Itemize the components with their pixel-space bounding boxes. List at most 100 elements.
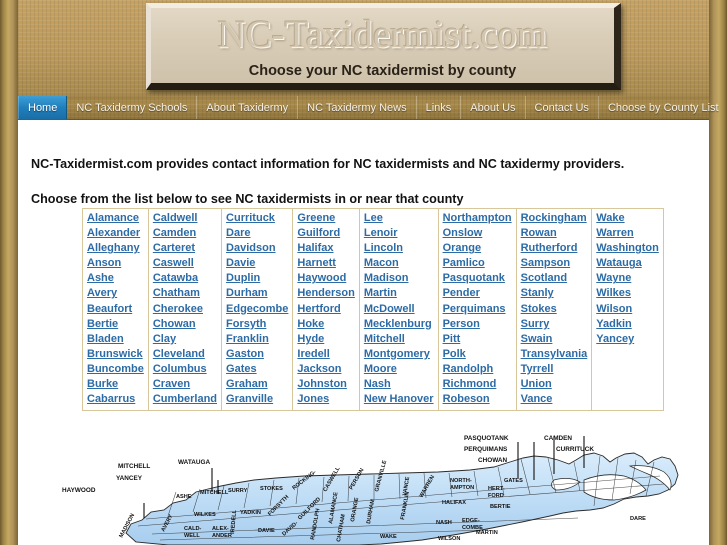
county-link-gaston[interactable]: Gaston: [226, 347, 288, 362]
county-link-davidson[interactable]: Davidson: [226, 241, 288, 256]
county-link-onslow[interactable]: Onslow: [443, 226, 512, 241]
county-link-johnston[interactable]: Johnston: [297, 377, 354, 392]
county-link-avery[interactable]: Avery: [87, 286, 144, 301]
county-link-columbus[interactable]: Columbus: [153, 362, 217, 377]
county-link-lincoln[interactable]: Lincoln: [364, 241, 434, 256]
county-link-pender[interactable]: Pender: [443, 286, 512, 301]
county-link-richmond[interactable]: Richmond: [443, 377, 512, 392]
county-link-wilson[interactable]: Wilson: [596, 302, 659, 317]
county-link-jones[interactable]: Jones: [297, 392, 354, 407]
county-link-caldwell[interactable]: Caldwell: [153, 211, 217, 226]
nav-item-links[interactable]: Links: [417, 96, 462, 119]
county-link-haywood[interactable]: Haywood: [297, 271, 354, 286]
county-link-rockingham[interactable]: Rockingham: [521, 211, 588, 226]
nav-item-nc-taxidermy-schools[interactable]: NC Taxidermy Schools: [67, 96, 198, 119]
county-link-union[interactable]: Union: [521, 377, 588, 392]
county-link-chatham[interactable]: Chatham: [153, 286, 217, 301]
county-link-henderson[interactable]: Henderson: [297, 286, 354, 301]
county-link-transylvania[interactable]: Transylvania: [521, 347, 588, 362]
county-link-hyde[interactable]: Hyde: [297, 332, 354, 347]
county-link-polk[interactable]: Polk: [443, 347, 512, 362]
county-link-lee[interactable]: Lee: [364, 211, 434, 226]
county-link-bertie[interactable]: Bertie: [87, 317, 144, 332]
county-link-granville[interactable]: Granville: [226, 392, 288, 407]
county-link-beaufort[interactable]: Beaufort: [87, 302, 144, 317]
county-link-forsyth[interactable]: Forsyth: [226, 317, 288, 332]
county-link-vance[interactable]: Vance: [521, 392, 588, 407]
county-link-jackson[interactable]: Jackson: [297, 362, 354, 377]
county-link-orange[interactable]: Orange: [443, 241, 512, 256]
county-link-yancey[interactable]: Yancey: [596, 332, 659, 347]
county-link-wake[interactable]: Wake: [596, 211, 659, 226]
county-link-watauga[interactable]: Watauga: [596, 256, 659, 271]
county-link-duplin[interactable]: Duplin: [226, 271, 288, 286]
county-link-warren[interactable]: Warren: [596, 226, 659, 241]
county-link-lenoir[interactable]: Lenoir: [364, 226, 434, 241]
county-link-durham[interactable]: Durham: [226, 286, 288, 301]
county-link-rutherford[interactable]: Rutherford: [521, 241, 588, 256]
nav-item-about-us[interactable]: About Us: [461, 96, 526, 119]
county-link-swain[interactable]: Swain: [521, 332, 588, 347]
county-link-moore[interactable]: Moore: [364, 362, 434, 377]
county-link-wayne[interactable]: Wayne: [596, 271, 659, 286]
county-link-stokes[interactable]: Stokes: [521, 302, 588, 317]
county-link-cabarrus[interactable]: Cabarrus: [87, 392, 144, 407]
county-link-currituck[interactable]: Currituck: [226, 211, 288, 226]
nav-item-nc-taxidermy-news[interactable]: NC Taxidermy News: [298, 96, 417, 119]
county-link-mecklenburg[interactable]: Mecklenburg: [364, 317, 434, 332]
county-link-dare[interactable]: Dare: [226, 226, 288, 241]
county-link-yadkin[interactable]: Yadkin: [596, 317, 659, 332]
county-link-hoke[interactable]: Hoke: [297, 317, 354, 332]
county-link-perquimans[interactable]: Perquimans: [443, 302, 512, 317]
county-link-madison[interactable]: Madison: [364, 271, 434, 286]
county-link-pitt[interactable]: Pitt: [443, 332, 512, 347]
county-link-pamlico[interactable]: Pamlico: [443, 256, 512, 271]
county-link-carteret[interactable]: Carteret: [153, 241, 217, 256]
county-link-bladen[interactable]: Bladen: [87, 332, 144, 347]
county-link-anson[interactable]: Anson: [87, 256, 144, 271]
county-link-pasquotank[interactable]: Pasquotank: [443, 271, 512, 286]
county-link-harnett[interactable]: Harnett: [297, 256, 354, 271]
county-link-catawba[interactable]: Catawba: [153, 271, 217, 286]
county-link-person[interactable]: Person: [443, 317, 512, 332]
county-link-camden[interactable]: Camden: [153, 226, 217, 241]
county-link-franklin[interactable]: Franklin: [226, 332, 288, 347]
county-link-rowan[interactable]: Rowan: [521, 226, 588, 241]
county-link-cleveland[interactable]: Cleveland: [153, 347, 217, 362]
county-link-martin[interactable]: Martin: [364, 286, 434, 301]
county-link-stanly[interactable]: Stanly: [521, 286, 588, 301]
county-link-halifax[interactable]: Halifax: [297, 241, 354, 256]
county-link-buncombe[interactable]: Buncombe: [87, 362, 144, 377]
county-link-montgomery[interactable]: Montgomery: [364, 347, 434, 362]
county-link-mitchell[interactable]: Mitchell: [364, 332, 434, 347]
county-link-alexander[interactable]: Alexander: [87, 226, 144, 241]
county-link-mcdowell[interactable]: McDowell: [364, 302, 434, 317]
county-link-clay[interactable]: Clay: [153, 332, 217, 347]
county-link-iredell[interactable]: Iredell: [297, 347, 354, 362]
county-link-edgecombe[interactable]: Edgecombe: [226, 302, 288, 317]
county-link-alamance[interactable]: Alamance: [87, 211, 144, 226]
county-link-hertford[interactable]: Hertford: [297, 302, 354, 317]
county-link-greene[interactable]: Greene: [297, 211, 354, 226]
county-link-burke[interactable]: Burke: [87, 377, 144, 392]
county-link-brunswick[interactable]: Brunswick: [87, 347, 144, 362]
county-link-macon[interactable]: Macon: [364, 256, 434, 271]
site-logo-plate[interactable]: NC-Taxidermist.com Choose your NC taxide…: [146, 3, 621, 90]
county-link-tyrrell[interactable]: Tyrrell: [521, 362, 588, 377]
county-link-wilkes[interactable]: Wilkes: [596, 286, 659, 301]
county-link-scotland[interactable]: Scotland: [521, 271, 588, 286]
county-link-washington[interactable]: Washington: [596, 241, 659, 256]
county-link-caswell[interactable]: Caswell: [153, 256, 217, 271]
county-link-ashe[interactable]: Ashe: [87, 271, 144, 286]
county-link-new-hanover[interactable]: New Hanover: [364, 392, 434, 407]
county-link-northampton[interactable]: Northampton: [443, 211, 512, 226]
county-link-alleghany[interactable]: Alleghany: [87, 241, 144, 256]
county-link-nash[interactable]: Nash: [364, 377, 434, 392]
county-link-cherokee[interactable]: Cherokee: [153, 302, 217, 317]
county-link-davie[interactable]: Davie: [226, 256, 288, 271]
county-link-gates[interactable]: Gates: [226, 362, 288, 377]
nav-item-choose-by-county-list[interactable]: Choose by County List: [599, 96, 727, 119]
county-link-sampson[interactable]: Sampson: [521, 256, 588, 271]
nav-item-about-taxidermy[interactable]: About Taxidermy: [197, 96, 299, 119]
county-link-chowan[interactable]: Chowan: [153, 317, 217, 332]
